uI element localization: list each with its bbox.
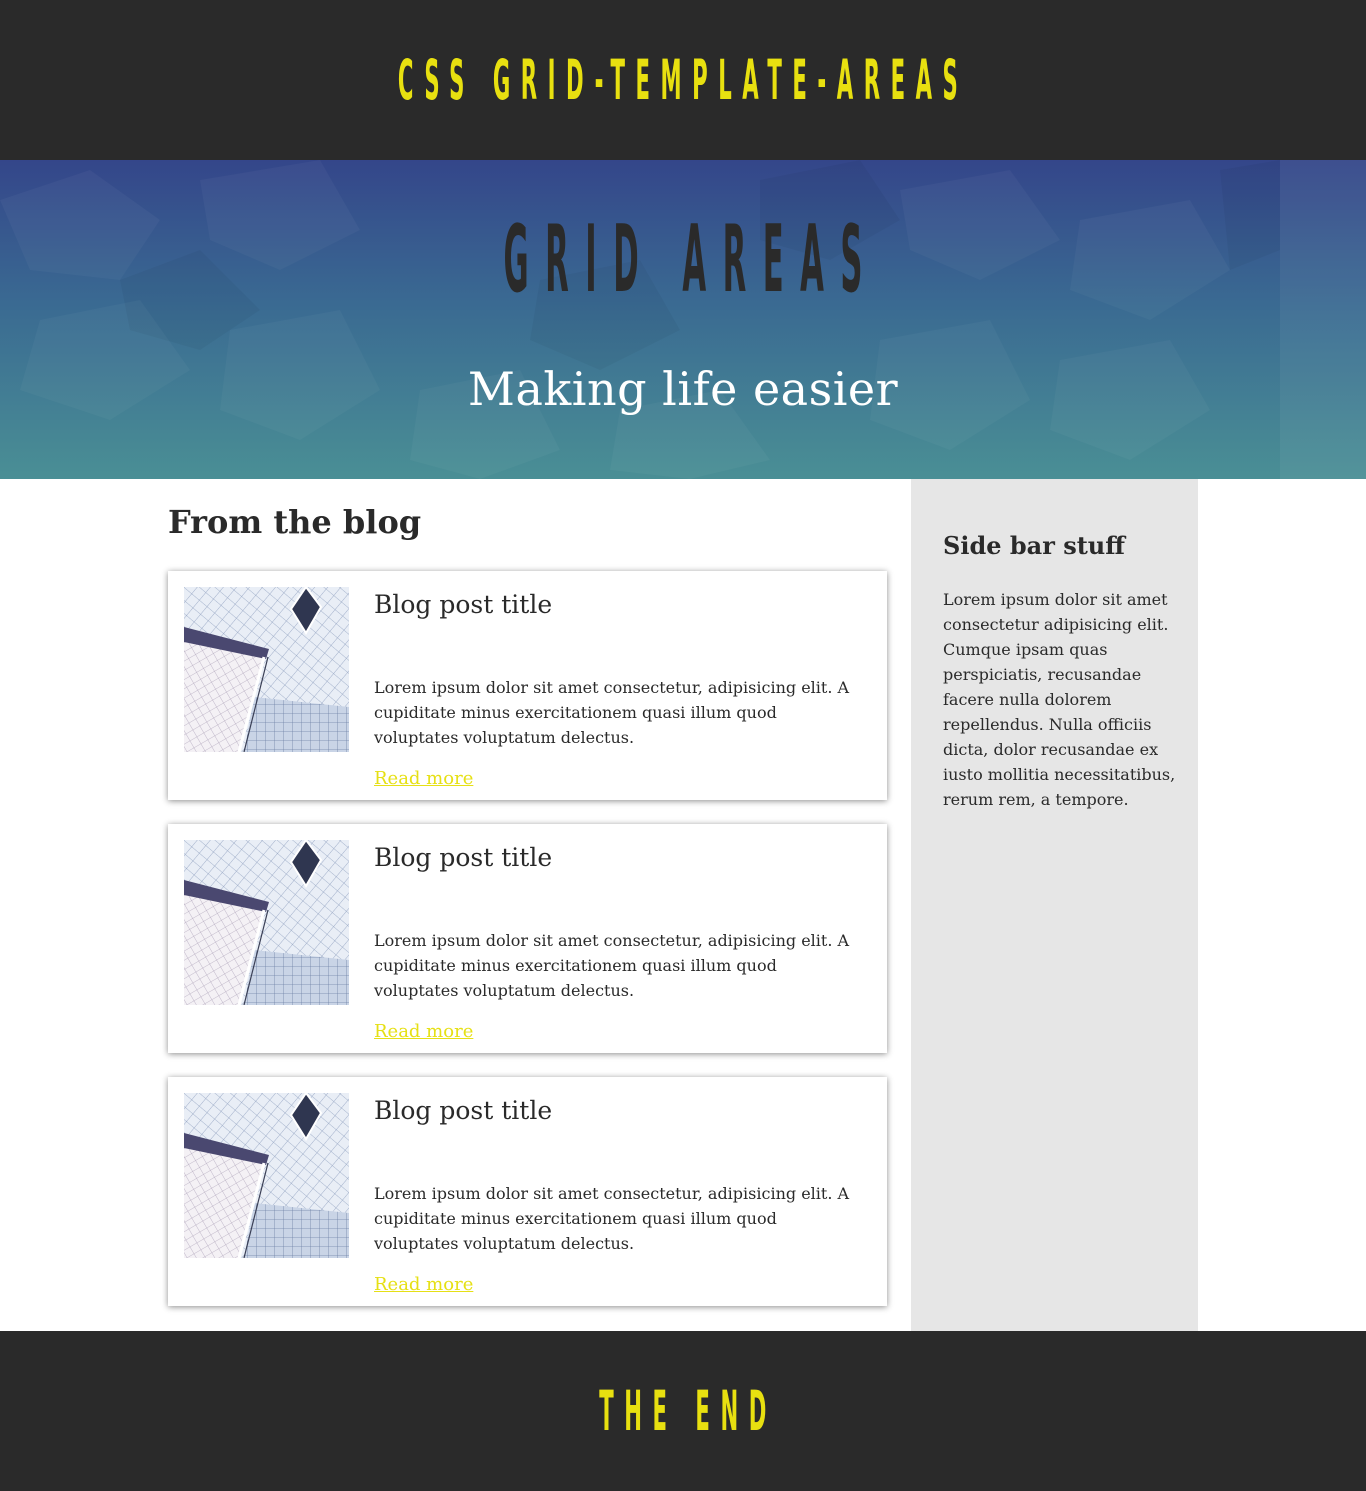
hero-title: GRID AREAS (503, 203, 880, 314)
post-excerpt: Lorem ipsum dolor sit amet consectetur, … (374, 678, 850, 747)
building-photo-icon (184, 587, 349, 752)
site-footer: THE END (0, 1331, 1366, 1491)
post-title: Blog post title (374, 843, 553, 872)
sidebar-heading: Side bar stuff (943, 531, 1125, 560)
site-header: CSS GRID-TEMPLATE-AREAS (0, 0, 1366, 160)
sidebar: Side bar stuff Lorem ipsum dolor sit ame… (911, 479, 1198, 1331)
hero-subtitle: Making life easier (467, 362, 899, 416)
read-more-link[interactable]: Read more (374, 766, 473, 792)
hero-banner: GRID AREAS Making life easier (0, 160, 1366, 479)
hero-edge-band (1280, 160, 1366, 479)
blog-section: From the blog Blog post title Lorem ipsu… (168, 479, 887, 1331)
post-excerpt: Lorem ipsum dolor sit amet consectetur, … (374, 1184, 850, 1253)
building-photo-icon (184, 1093, 349, 1258)
post-excerpt: Lorem ipsum dolor sit amet consectetur, … (374, 931, 850, 1000)
post-title: Blog post title (374, 590, 553, 619)
blog-post-card: Blog post title Lorem ipsum dolor sit am… (168, 1077, 887, 1306)
building-photo-icon (184, 840, 349, 1005)
blog-post-card: Blog post title Lorem ipsum dolor sit am… (168, 571, 887, 800)
site-title: CSS GRID-TEMPLATE-AREAS (397, 48, 969, 112)
blog-heading: From the blog (168, 503, 422, 541)
read-more-link[interactable]: Read more (374, 1019, 473, 1045)
post-title: Blog post title (374, 1096, 553, 1125)
sidebar-text: Lorem ipsum dolor sit amet consectetur a… (943, 590, 1176, 809)
blog-post-card: Blog post title Lorem ipsum dolor sit am… (168, 824, 887, 1053)
footer-title: THE END (599, 1379, 778, 1443)
read-more-link[interactable]: Read more (374, 1272, 473, 1298)
